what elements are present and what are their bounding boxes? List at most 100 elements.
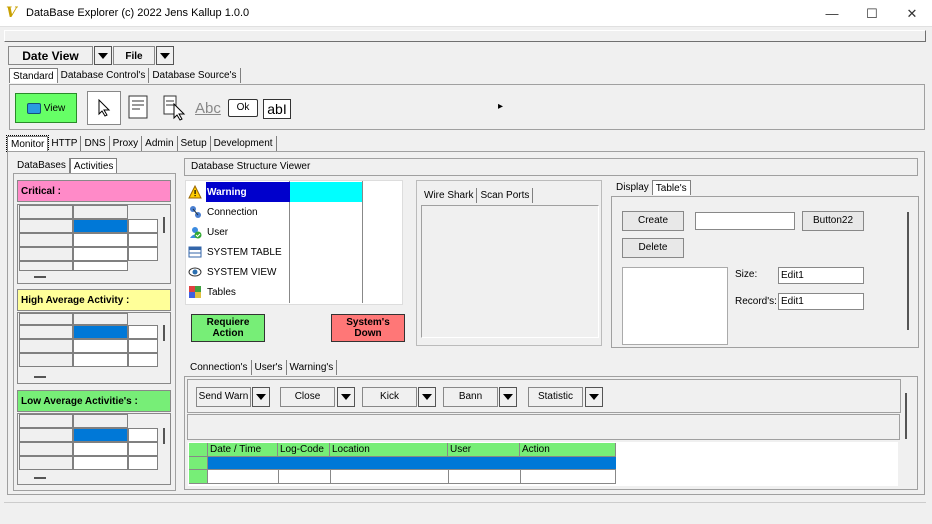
title-bar: V DataBase Explorer (c) 2022 Jens Kallup…: [0, 0, 932, 27]
tab-databases[interactable]: DataBases: [14, 158, 70, 173]
tab-users[interactable]: User's: [252, 360, 287, 375]
log-table[interactable]: Date / Time Log-Code Location User Actio…: [188, 442, 898, 486]
list-item-connection[interactable]: Connection: [188, 202, 258, 222]
high-activity-grid[interactable]: [17, 312, 171, 384]
kick-combo[interactable]: Kick: [362, 387, 417, 407]
statistic-dropdown[interactable]: [585, 387, 603, 407]
window-title: DataBase Explorer (c) 2022 Jens Kallup 1…: [26, 7, 250, 19]
tab-scan-ports[interactable]: Scan Ports: [477, 188, 534, 203]
file-dropdown[interactable]: [156, 46, 174, 65]
critical-header: Critical :: [17, 180, 171, 202]
tab-display[interactable]: Display: [613, 180, 652, 195]
statistic-combo[interactable]: Statistic: [528, 387, 583, 407]
tab-database-controls[interactable]: Database Control's: [58, 68, 150, 83]
app-icon: V: [6, 5, 17, 21]
critical-grid[interactable]: [17, 204, 171, 284]
label-pointer-icon: [163, 95, 186, 121]
records-field[interactable]: Edit1: [778, 293, 864, 310]
list-item-user[interactable]: User: [188, 222, 228, 242]
label-tool[interactable]: [162, 94, 190, 122]
create-button[interactable]: Create: [622, 211, 684, 231]
ok-tool[interactable]: Ok: [228, 99, 258, 117]
maximize-button[interactable]: ☐: [852, 0, 892, 27]
edit-tool[interactable]: abI: [263, 99, 291, 119]
list-item-warning[interactable]: Warning: [188, 182, 247, 202]
send-warn-dropdown[interactable]: [252, 387, 270, 407]
chevron-down-icon: [422, 394, 432, 400]
minimize-button[interactable]: —: [812, 0, 852, 27]
tab-activities[interactable]: Activities: [69, 158, 118, 173]
log-table-corner: [189, 443, 208, 457]
bottom-scrollbar[interactable]: [905, 393, 907, 439]
column-header-location[interactable]: Location: [330, 443, 448, 457]
cursor-icon: [98, 99, 111, 117]
tab-admin[interactable]: Admin: [142, 136, 178, 151]
column-header-action[interactable]: Action: [520, 443, 616, 457]
size-field[interactable]: Edit1: [778, 267, 864, 284]
system-table-icon: [188, 246, 202, 258]
column-header-logcode[interactable]: Log-Code: [278, 443, 330, 457]
table-row[interactable]: [208, 470, 616, 484]
tab-development[interactable]: Development: [211, 136, 277, 151]
button22[interactable]: Button22: [802, 211, 864, 231]
chevron-down-icon: [341, 394, 351, 400]
status-bar: [4, 502, 926, 520]
date-view-combo[interactable]: Date View: [8, 46, 93, 65]
list-item-label: Warning: [207, 186, 247, 198]
tab-dns[interactable]: DNS: [81, 136, 110, 151]
list-item-system-view[interactable]: SYSTEM VIEW: [188, 262, 276, 282]
chevron-down-icon: [503, 394, 513, 400]
tab-wire-shark[interactable]: Wire Shark: [421, 188, 478, 203]
right-tabs: Display Table's: [613, 180, 691, 195]
left-tabs: DataBases Activities: [14, 158, 118, 173]
structure-viewer-title: Database Structure Viewer: [184, 158, 918, 176]
coolbar: [4, 30, 926, 42]
toolbar-scroll-arrow[interactable]: ▸: [498, 101, 503, 112]
tab-database-sources[interactable]: Database Source's: [149, 68, 241, 83]
view-button[interactable]: View: [15, 93, 77, 123]
tables-scrollbar[interactable]: [907, 212, 909, 330]
table-name-field[interactable]: [695, 212, 795, 230]
delete-button[interactable]: Delete: [622, 238, 684, 258]
send-warn-combo[interactable]: Send Warn: [196, 387, 251, 407]
middle-tabs: Wire Shark Scan Ports: [421, 188, 534, 203]
tab-http[interactable]: HTTP: [48, 136, 82, 151]
require-action-button[interactable]: Requiere Action: [191, 314, 265, 342]
tab-setup[interactable]: Setup: [178, 136, 211, 151]
chevron-down-icon: [160, 52, 170, 59]
records-label: Record's:: [735, 296, 777, 307]
table-row-selected[interactable]: [208, 457, 616, 470]
list-item-label: Tables: [207, 286, 236, 298]
abc-tool[interactable]: Abc: [195, 100, 221, 117]
bann-dropdown[interactable]: [499, 387, 517, 407]
tab-proxy[interactable]: Proxy: [110, 136, 143, 151]
column-header-user[interactable]: User: [448, 443, 520, 457]
kick-dropdown[interactable]: [418, 387, 436, 407]
tables-icon: [189, 286, 201, 298]
close-button[interactable]: ✕: [892, 0, 932, 27]
file-combo[interactable]: File: [113, 46, 155, 65]
date-view-dropdown[interactable]: [94, 46, 112, 65]
memo-tool[interactable]: [127, 94, 155, 122]
tab-connections[interactable]: Connection's: [187, 360, 252, 375]
tables-list[interactable]: [622, 267, 728, 345]
wire-shark-content: [421, 205, 599, 338]
close-dropdown[interactable]: [337, 387, 355, 407]
list-item-tables[interactable]: Tables: [188, 282, 236, 302]
list-item-system-table[interactable]: SYSTEM TABLE: [188, 242, 282, 262]
column-header-datetime[interactable]: Date / Time: [208, 443, 278, 457]
connection-icon: [190, 206, 201, 218]
tab-monitor[interactable]: Monitor: [5, 135, 50, 152]
user-icon: [190, 227, 202, 239]
tab-warnings[interactable]: Warning's: [287, 360, 338, 375]
bann-combo[interactable]: Bann: [443, 387, 498, 407]
system-view-icon: [188, 267, 202, 277]
structure-list[interactable]: Warning Connection User SYSTEM TABLE SYS…: [185, 180, 403, 305]
close-combo[interactable]: Close: [280, 387, 335, 407]
low-activity-grid[interactable]: [17, 413, 171, 485]
system-down-button[interactable]: System's Down: [331, 314, 405, 342]
tab-standard[interactable]: Standard: [9, 68, 58, 83]
chevron-down-icon: [589, 394, 599, 400]
tab-tables[interactable]: Table's: [651, 180, 691, 195]
pointer-tool[interactable]: [87, 91, 121, 125]
